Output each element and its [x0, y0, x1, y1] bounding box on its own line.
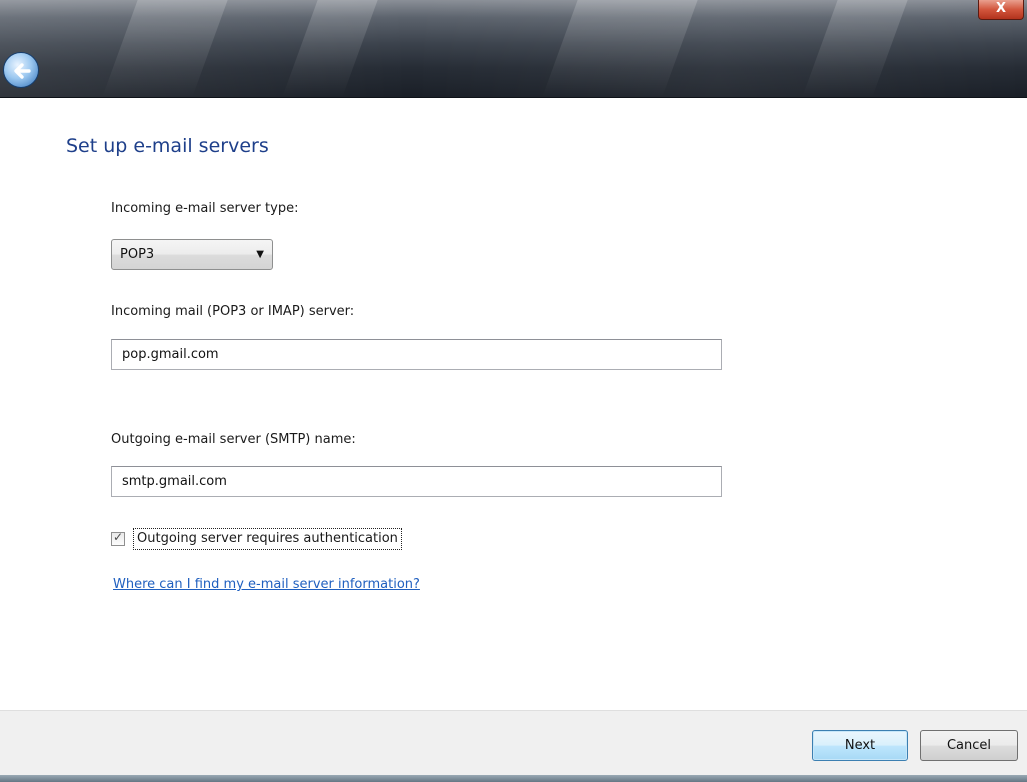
incoming-server-field[interactable]: pop.gmail.com	[111, 339, 722, 370]
glass-reflection	[802, 0, 908, 97]
cancel-button[interactable]: Cancel	[920, 730, 1018, 761]
window-bottom-edge	[0, 775, 1027, 782]
auth-checkbox-label[interactable]: Outgoing server requires authentication	[133, 528, 402, 550]
checkmark-icon: ✓	[113, 530, 124, 544]
incoming-server-label: Incoming mail (POP3 or IMAP) server:	[111, 304, 355, 319]
title-bar: X	[0, 0, 1027, 98]
outgoing-server-field[interactable]: smtp.gmail.com	[111, 466, 722, 497]
next-button[interactable]: Next	[812, 730, 908, 761]
back-button[interactable]	[3, 52, 39, 88]
outgoing-server-label: Outgoing e-mail server (SMTP) name:	[111, 432, 356, 447]
close-button[interactable]: X	[978, 0, 1024, 20]
glass-reflection	[542, 0, 698, 97]
glass-reflection	[102, 0, 228, 97]
server-info-help-link[interactable]: Where can I find my e-mail server inform…	[113, 577, 420, 592]
incoming-type-value: POP3	[120, 247, 155, 262]
chevron-down-icon: ▼	[256, 249, 264, 260]
close-icon: X	[995, 1, 1007, 16]
back-arrow-icon	[14, 63, 31, 79]
page-title: Set up e-mail servers	[66, 135, 269, 157]
incoming-type-label: Incoming e-mail server type:	[111, 201, 299, 216]
auth-checkbox[interactable]: ✓	[111, 530, 125, 546]
incoming-type-select[interactable]: POP3 ▼	[111, 239, 273, 270]
setup-email-servers-window: X Set up e-mail servers Incoming e-mail …	[0, 0, 1027, 782]
glass-reflection	[282, 0, 378, 97]
